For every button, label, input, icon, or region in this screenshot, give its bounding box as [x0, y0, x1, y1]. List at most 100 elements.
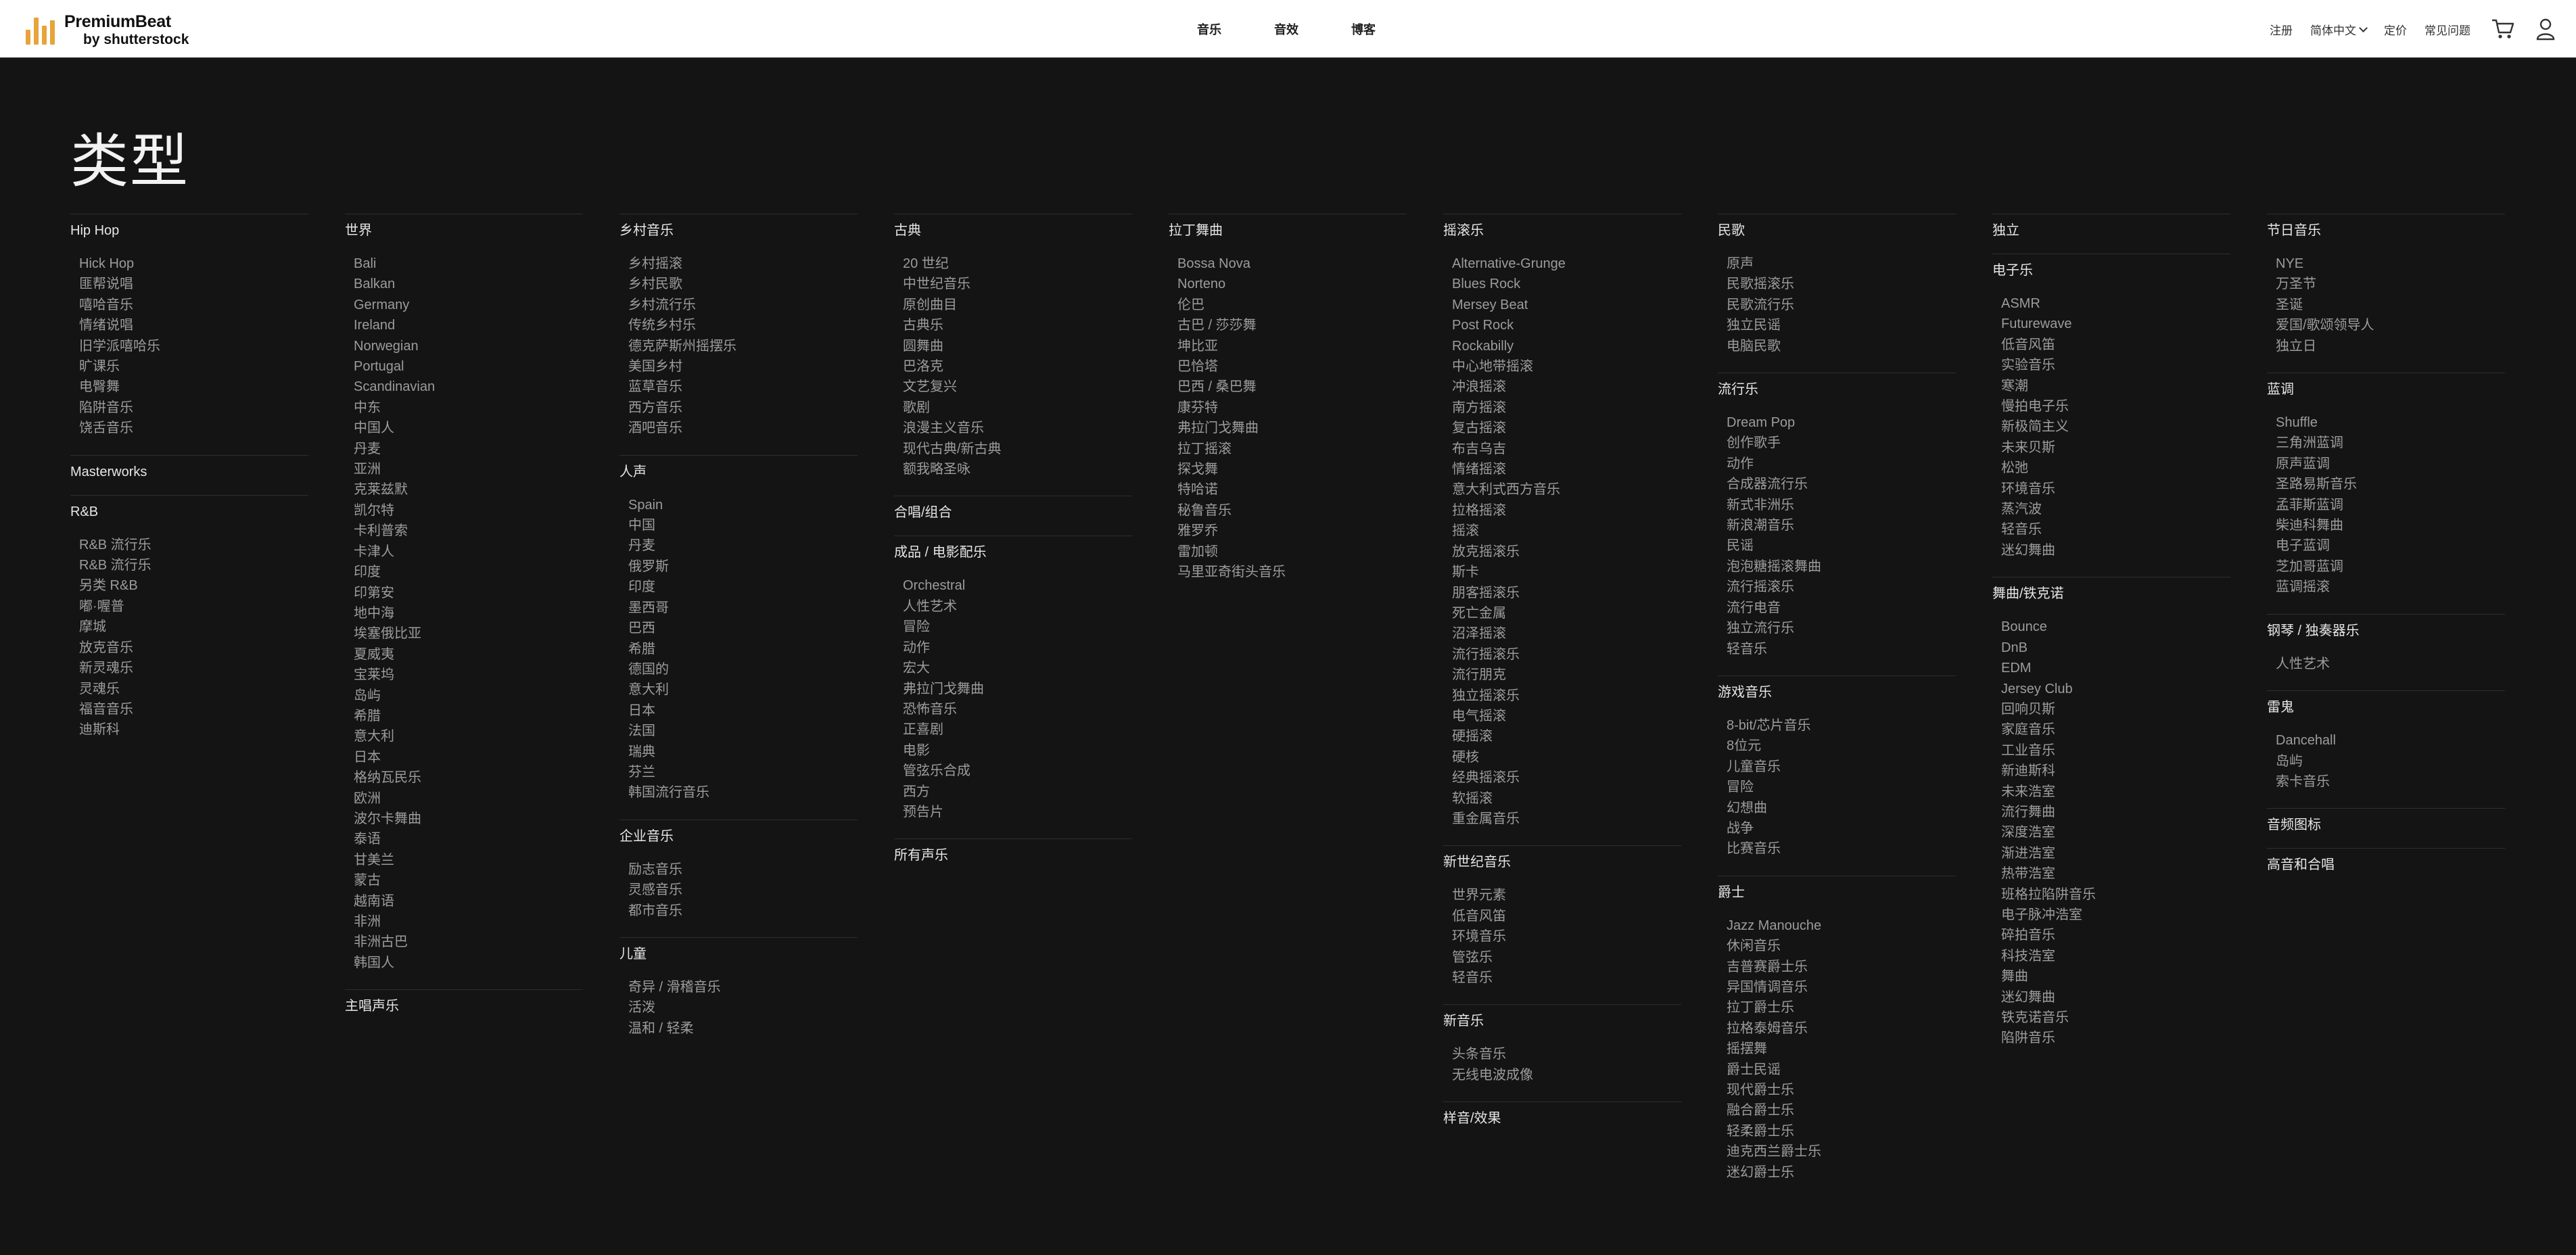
genre-link[interactable]: 陷阱音乐 [2001, 1028, 2230, 1048]
genre-link[interactable]: 复古摇滚 [1452, 418, 1681, 438]
genre-link[interactable]: 瑞典 [628, 742, 858, 762]
genre-link[interactable]: 活泼 [628, 997, 858, 1018]
genre-link[interactable]: 流行摇滚乐 [1452, 644, 1681, 665]
genre-link[interactable]: 班格拉陷阱音乐 [2001, 884, 2230, 905]
genre-link[interactable]: 新浪潮音乐 [1727, 515, 1956, 536]
genre-link[interactable]: 流行电音 [1727, 598, 1956, 618]
genre-link[interactable]: R&B 流行乐 [79, 555, 308, 575]
genre-link[interactable]: 迪斯科 [79, 719, 308, 740]
genre-link[interactable]: 丹麦 [628, 536, 858, 556]
genre-link[interactable]: 意大利 [354, 726, 583, 747]
genre-link[interactable]: 电臀舞 [79, 377, 308, 397]
genre-group-title[interactable]: 节日音乐 [2267, 224, 2505, 237]
genre-group-title[interactable]: 蓝调 [2267, 383, 2505, 396]
genre-link[interactable]: 休闲音乐 [1727, 936, 1956, 956]
genre-group-title[interactable]: R&B [70, 505, 308, 519]
genre-link[interactable]: 格纳瓦民乐 [354, 767, 583, 788]
genre-link[interactable]: Portugal [354, 356, 583, 377]
genre-group-title[interactable]: 儿童 [619, 947, 858, 961]
genre-link[interactable]: 松弛 [2001, 458, 2230, 478]
genre-link[interactable]: NYE [2276, 254, 2505, 274]
genre-link[interactable]: 另类 R&B [79, 575, 308, 596]
genre-link[interactable]: 管弦乐 [1452, 947, 1681, 968]
genre-link[interactable]: 摇滚 [1452, 521, 1681, 541]
genre-link[interactable]: 轻柔爵士乐 [1727, 1121, 1956, 1141]
genre-group-title[interactable]: 民歌 [1718, 224, 1956, 237]
genre-link[interactable]: 异国情调音乐 [1727, 977, 1956, 997]
genre-link[interactable]: 芝加哥蓝调 [2276, 557, 2505, 577]
genre-link[interactable]: 索卡音乐 [2276, 772, 2505, 792]
genre-link[interactable]: 放克摇滚乐 [1452, 542, 1681, 562]
genre-link[interactable]: 沼泽摇滚 [1452, 623, 1681, 644]
nav-sound-effects[interactable]: 音效 [1274, 20, 1298, 38]
genre-group-title[interactable]: 摇滚乐 [1443, 224, 1681, 237]
genre-link[interactable]: 希腊 [628, 639, 858, 659]
genre-link[interactable]: 家庭音乐 [2001, 719, 2230, 740]
genre-link[interactable]: 巴恰塔 [1177, 356, 1407, 377]
genre-link[interactable]: 电脑民歌 [1727, 336, 1956, 356]
genre-link[interactable]: 歌剧 [903, 398, 1132, 418]
genre-link[interactable]: 人性艺术 [903, 596, 1132, 617]
genre-link[interactable]: 迷幻爵士乐 [1727, 1162, 1956, 1183]
genre-link[interactable]: 岛屿 [354, 686, 583, 706]
faq-link[interactable]: 常见问题 [2425, 21, 2470, 38]
genre-link[interactable]: 泰语 [354, 829, 583, 849]
genre-link[interactable]: 深度浩室 [2001, 822, 2230, 843]
genre-link[interactable]: 泡泡糖摇滚舞曲 [1727, 557, 1956, 577]
genre-link[interactable]: Bounce [2001, 617, 2230, 637]
genre-link[interactable]: 战争 [1727, 818, 1956, 838]
genre-link[interactable]: 奇异 / 滑稽音乐 [628, 977, 858, 997]
genre-link[interactable]: 软摇滚 [1452, 788, 1681, 809]
genre-link[interactable]: 古典乐 [903, 315, 1132, 335]
genre-link[interactable]: 灵魂乐 [79, 679, 308, 699]
genre-group-title[interactable]: 新世纪音乐 [1443, 855, 1681, 869]
genre-link[interactable]: 摩城 [79, 617, 308, 637]
genre-link[interactable]: 轻音乐 [1452, 968, 1681, 988]
genre-link[interactable]: 硬核 [1452, 747, 1681, 767]
genre-group-title[interactable]: 拉丁舞曲 [1169, 224, 1407, 237]
genre-link[interactable]: 中国 [628, 515, 858, 536]
genre-link[interactable]: 创作歌手 [1727, 433, 1956, 453]
genre-link[interactable]: 迷幻舞曲 [2001, 540, 2230, 561]
genre-link[interactable]: 饶舌音乐 [79, 418, 308, 438]
genre-group-title[interactable]: 电子乐 [1992, 264, 2230, 277]
premiumbeat-logo[interactable]: PremiumBeat by shutterstock [26, 11, 189, 49]
genre-link[interactable]: 中国人 [354, 418, 583, 438]
genre-link[interactable]: 未来贝斯 [2001, 437, 2230, 458]
genre-link[interactable]: 宝莱坞 [354, 665, 583, 685]
genre-link[interactable]: 韩国人 [354, 953, 583, 973]
genre-link[interactable]: 南方摇滚 [1452, 398, 1681, 418]
genre-link[interactable]: ASMR [2001, 293, 2230, 314]
genre-link[interactable]: 未来浩室 [2001, 782, 2230, 802]
genre-link[interactable]: 圆舞曲 [903, 336, 1132, 356]
genre-link[interactable]: 新式非洲乐 [1727, 495, 1956, 515]
register-link[interactable]: 注册 [2270, 21, 2293, 38]
genre-link[interactable]: 都市音乐 [628, 901, 858, 921]
genre-link[interactable]: 独立日 [2276, 336, 2505, 356]
genre-group-title[interactable]: 企业音乐 [619, 830, 858, 843]
genre-link[interactable]: 圣路易斯音乐 [2276, 474, 2505, 494]
genre-link[interactable]: 碎拍音乐 [2001, 925, 2230, 945]
genre-link[interactable]: 印度 [354, 562, 583, 582]
genre-link[interactable]: 冒险 [903, 617, 1132, 637]
genre-link[interactable]: 非洲 [354, 911, 583, 932]
genre-link[interactable]: 雅罗乔 [1177, 521, 1407, 541]
genre-link[interactable]: 民歌流行乐 [1727, 295, 1956, 315]
genre-link[interactable]: Scandinavian [354, 377, 583, 397]
genre-link[interactable]: 蒸汽波 [2001, 499, 2230, 519]
genre-link[interactable]: 文艺复兴 [903, 377, 1132, 397]
genre-link[interactable]: 现代爵士乐 [1727, 1080, 1956, 1100]
genre-link[interactable]: 温和 / 轻柔 [628, 1018, 858, 1039]
genre-link[interactable]: 德克萨斯州摇摆乐 [628, 336, 858, 356]
genre-link[interactable]: 电子脉冲浩室 [2001, 905, 2230, 925]
genre-group-title[interactable]: 雷鬼 [2267, 701, 2505, 714]
genre-link[interactable]: 浪漫主义音乐 [903, 418, 1132, 438]
genre-link[interactable]: 马里亚奇街头音乐 [1177, 562, 1407, 582]
genre-link[interactable]: 印度 [628, 577, 858, 597]
genre-link[interactable]: Orchestral [903, 575, 1132, 596]
genre-link[interactable]: 墨西哥 [628, 598, 858, 618]
genre-group-title[interactable]: 人声 [619, 465, 858, 479]
genre-link[interactable]: 人性艺术 [2276, 654, 2505, 674]
genre-link[interactable]: 印第安 [354, 583, 583, 603]
genre-group-title[interactable]: 所有声乐 [894, 849, 1132, 862]
